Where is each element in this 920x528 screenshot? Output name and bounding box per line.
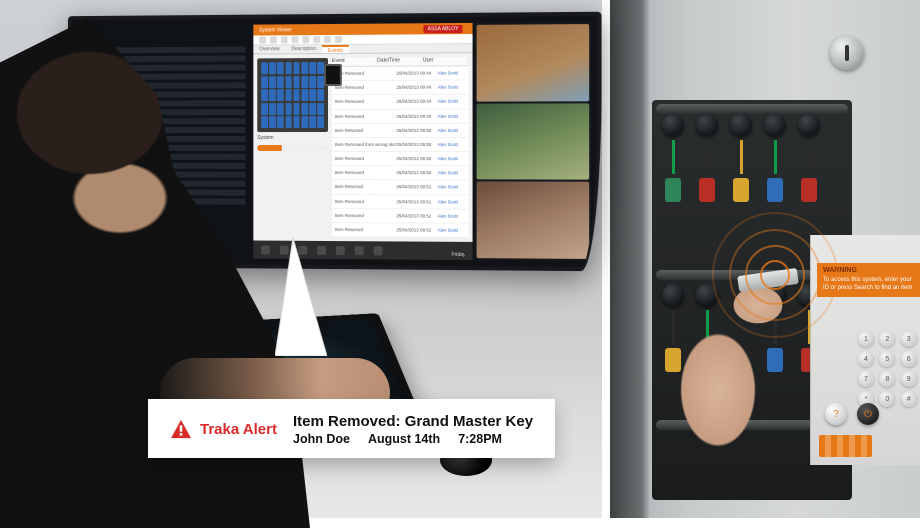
usage-gauge xyxy=(257,145,328,151)
alert-time: 7:28PM xyxy=(458,432,502,446)
col-datetime: Date/Time xyxy=(377,57,423,65)
keypad-key[interactable]: 9 xyxy=(901,371,917,387)
camera-tile[interactable] xyxy=(477,103,590,180)
table-row[interactable]: Item Removed25/04/2013 09:52Alex Scott xyxy=(332,209,469,224)
key-tag xyxy=(801,178,817,202)
toolbar-icon[interactable] xyxy=(281,36,288,43)
keypad-key[interactable]: 6 xyxy=(901,351,917,367)
table-row[interactable]: Item Removed from wrong slot25/04/2013 0… xyxy=(332,138,469,152)
key-peg[interactable] xyxy=(730,114,752,136)
callout-pointer xyxy=(275,238,327,356)
key-cabinet-scene: WARNING To access this system, enter you… xyxy=(610,0,920,518)
table-row[interactable]: Item Removed25/04/2013 09:44Alex Scott xyxy=(332,81,469,96)
traka-app-window[interactable]: System Viewer ASSA ABLOY Ove xyxy=(253,23,472,260)
camera-tile[interactable] xyxy=(477,24,590,101)
footer-ticker: Friday 10 18:30:51 SystemEvent1_ALARM_GW… xyxy=(451,252,464,258)
keypad-key[interactable]: 3 xyxy=(901,331,917,347)
table-row[interactable]: Item Removed25/04/2013 09:50Alex Scott xyxy=(332,152,469,166)
terminal-keypad: 123456789*0# xyxy=(858,331,918,407)
alert-date: August 14th xyxy=(368,432,440,446)
toolbar-icon[interactable] xyxy=(324,36,331,43)
footer-export-icon[interactable] xyxy=(355,246,364,255)
key-peg[interactable] xyxy=(662,284,684,306)
keypad-key[interactable]: 5 xyxy=(879,351,895,367)
table-row[interactable]: Item Returned25/04/2013 09:50Alex Scott xyxy=(332,124,469,138)
terminal-power-button[interactable]: ⏻ xyxy=(857,403,879,425)
cabinet-reader-icon xyxy=(324,64,342,86)
key-peg[interactable] xyxy=(798,114,820,136)
keypad-key[interactable]: 0 xyxy=(879,391,895,407)
cabinet-meta: System xyxy=(257,135,328,237)
key-tag xyxy=(665,178,681,202)
lock-cylinder-icon[interactable] xyxy=(830,36,864,70)
keypad-key[interactable]: 8 xyxy=(879,371,895,387)
table-row[interactable]: Item Removed25/04/2013 09:50Alex Scott xyxy=(332,166,469,181)
tab-events[interactable]: Events xyxy=(322,45,349,53)
keypad-key[interactable]: # xyxy=(901,391,917,407)
toolbar-icon[interactable] xyxy=(302,36,309,43)
terminal-banner-text: To access this system, enter your ID or … xyxy=(823,277,912,290)
keypad-key[interactable]: 7 xyxy=(858,371,874,387)
key-peg[interactable] xyxy=(696,114,718,136)
table-row[interactable]: Item Returned25/04/2013 09:52Alex Scott xyxy=(332,223,469,238)
keypad-key[interactable]: 2 xyxy=(879,331,895,347)
footer-camera-icon[interactable] xyxy=(336,246,345,255)
cabinet-slot-grid xyxy=(257,58,328,132)
key-peg[interactable] xyxy=(662,114,684,136)
col-user: User xyxy=(423,57,469,65)
tab-overview[interactable]: Overview xyxy=(253,45,285,53)
key-tag xyxy=(733,178,749,202)
table-row[interactable]: Item Removed25/04/2013 09:51Alex Scott xyxy=(332,195,469,210)
key-peg[interactable] xyxy=(764,114,786,136)
events-table[interactable]: Event Date/Time User Item Removed25/04/2… xyxy=(332,57,469,238)
table-row[interactable]: Item Removed25/04/2013 09:44Alex Scott xyxy=(332,66,469,81)
camera-tile[interactable] xyxy=(477,182,590,259)
keypad-key[interactable]: 4 xyxy=(858,351,874,367)
alert-triangle-icon xyxy=(170,419,192,439)
toolbar-icon[interactable] xyxy=(270,36,277,43)
table-row[interactable]: Item Removed25/04/2013 09:45Alex Scott xyxy=(332,109,469,123)
toolbar-icon[interactable] xyxy=(313,36,320,43)
keypad-key[interactable]: 1 xyxy=(858,331,874,347)
terminal-stripe xyxy=(819,435,872,457)
table-row[interactable]: Item Returned25/04/2013 09:51Alex Scott xyxy=(332,180,469,195)
terminal-banner-heading: WARNING xyxy=(823,267,914,275)
cabinet-preview[interactable]: System xyxy=(257,58,328,237)
alert-brand: Traka Alert xyxy=(200,421,277,438)
traka-alert-popup: Traka Alert Item Removed: Grand Master K… xyxy=(148,399,555,458)
key-tag xyxy=(699,178,715,202)
terminal-help-button[interactable]: ? xyxy=(825,403,847,425)
table-row[interactable]: Item Removed25/04/2013 09:44Alex Scott xyxy=(332,95,469,110)
cabinet-terminal: WARNING To access this system, enter you… xyxy=(810,235,920,465)
tab-description[interactable]: Description xyxy=(286,45,322,53)
alert-user: John Doe xyxy=(293,432,350,446)
key-tag xyxy=(767,178,783,202)
cabinet-label: System xyxy=(257,135,328,141)
toolbar-icon[interactable] xyxy=(259,36,266,43)
terminal-banner: WARNING To access this system, enter you… xyxy=(817,263,920,297)
toolbar-icon[interactable] xyxy=(292,36,299,43)
toolbar-icon[interactable] xyxy=(335,36,342,43)
alert-title: Item Removed: Grand Master Key xyxy=(293,413,533,430)
brand-badge: ASSA ABLOY xyxy=(424,25,463,33)
app-title: System Viewer xyxy=(259,27,292,33)
workstation-scene: System Viewer ASSA ABLOY Ove xyxy=(0,0,602,518)
footer-view-icon[interactable] xyxy=(261,245,270,254)
camera-grid xyxy=(475,22,592,261)
footer-settings-icon[interactable] xyxy=(374,246,383,255)
